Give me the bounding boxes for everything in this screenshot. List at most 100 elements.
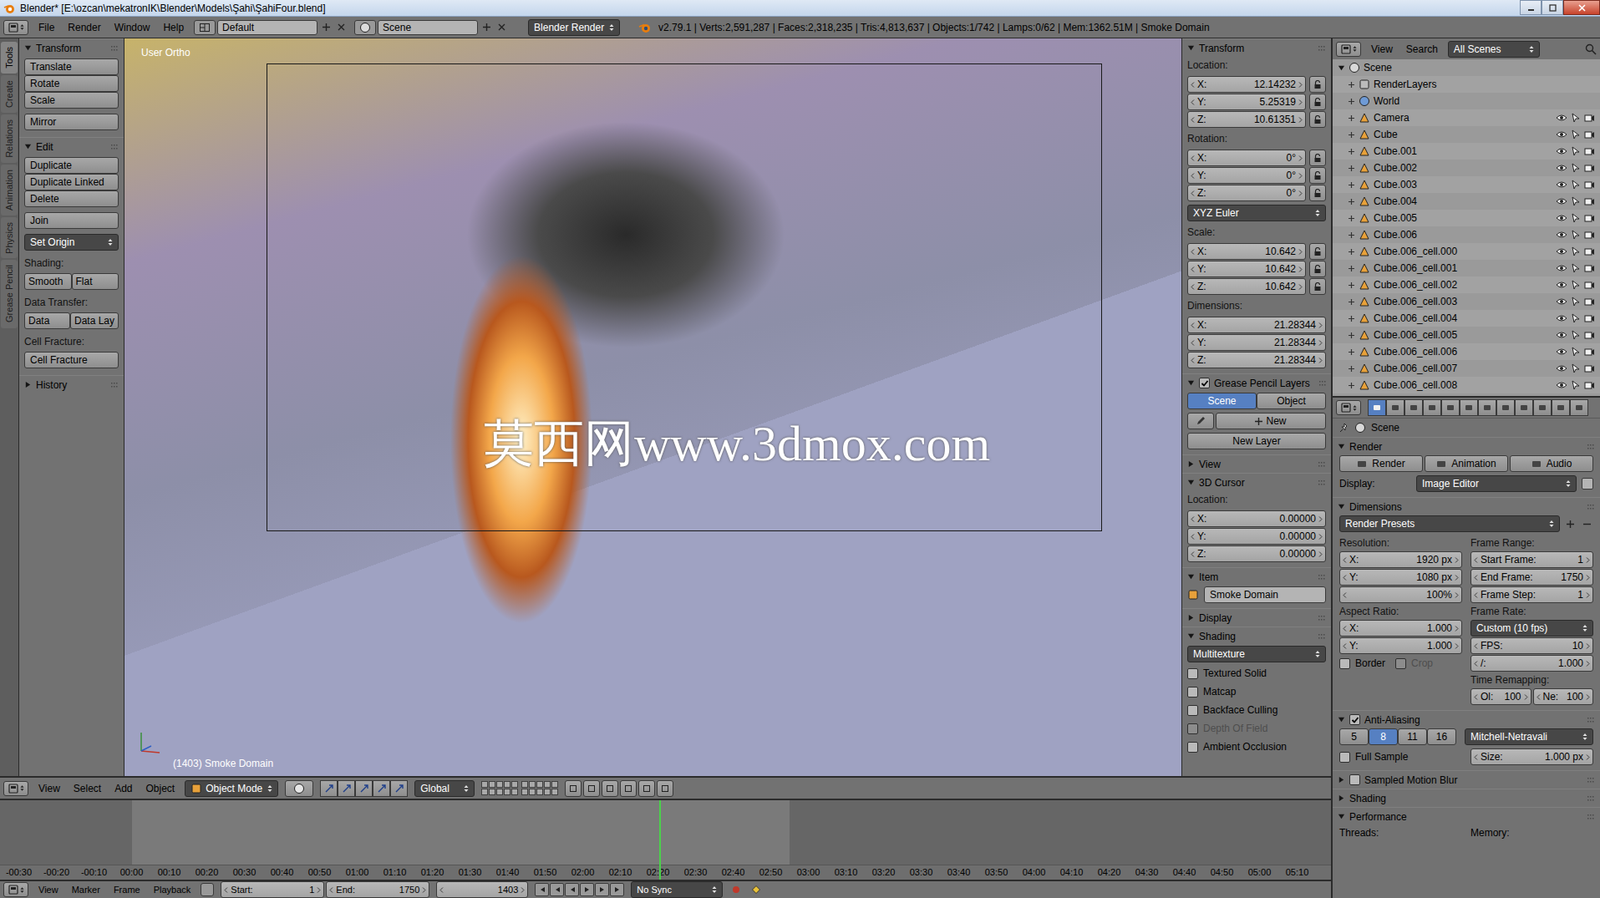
layer-button[interactable] xyxy=(496,781,503,788)
layer-buttons[interactable] xyxy=(481,781,519,796)
decrement-arrow-icon[interactable] xyxy=(1342,557,1347,564)
tool-button[interactable]: Smooth xyxy=(24,273,72,290)
grip-icon[interactable] xyxy=(1317,614,1326,622)
outliner-row[interactable]: Cube.004 xyxy=(1332,193,1600,210)
grip-icon[interactable] xyxy=(1317,633,1326,640)
layer-button[interactable] xyxy=(488,781,496,788)
increment-arrow-icon[interactable] xyxy=(1585,694,1590,701)
number-field[interactable]: Z:10.61351 xyxy=(1187,111,1306,128)
outliner-item-name[interactable]: Cube.006_cell.003 xyxy=(1373,294,1458,310)
render-camera-icon[interactable] xyxy=(1584,112,1595,123)
grip-icon[interactable] xyxy=(110,381,119,389)
number-field[interactable]: Y:0.00000 xyxy=(1187,528,1326,545)
outliner-row[interactable]: Cube.006_cell.005 xyxy=(1332,326,1600,344)
cursor-icon[interactable] xyxy=(1570,313,1581,324)
checkbox-row[interactable]: Matcap xyxy=(1187,684,1326,700)
outliner-row[interactable]: Cube.006 xyxy=(1332,226,1600,244)
layer-button[interactable] xyxy=(528,781,536,788)
remove-preset-button[interactable] xyxy=(1579,515,1594,533)
increment-arrow-icon[interactable] xyxy=(1318,533,1323,540)
eye-icon[interactable] xyxy=(1555,196,1568,207)
panel-header[interactable]: Item xyxy=(1182,567,1331,586)
decrement-arrow-icon[interactable] xyxy=(1342,625,1347,632)
outliner-row[interactable]: Cube.006_cell.008 xyxy=(1332,376,1600,394)
layout-field[interactable]: Default xyxy=(217,20,318,36)
render-camera-icon[interactable] xyxy=(1584,213,1595,224)
number-field[interactable]: Ol:100 xyxy=(1470,688,1532,706)
render-camera-icon[interactable] xyxy=(1584,346,1595,357)
transport-button[interactable] xyxy=(549,883,564,897)
grip-icon[interactable] xyxy=(1317,573,1326,581)
expand-icon[interactable] xyxy=(1347,381,1356,390)
tab-button[interactable]: Scene xyxy=(1187,392,1257,410)
increment-arrow-icon[interactable] xyxy=(316,887,321,894)
menu-item[interactable]: Render xyxy=(64,20,104,36)
transport-button[interactable] xyxy=(534,883,549,897)
mode-dropdown[interactable]: Object Mode xyxy=(184,780,279,798)
eye-icon[interactable] xyxy=(1555,330,1568,341)
eye-icon[interactable] xyxy=(1555,263,1568,274)
menu-item[interactable]: File xyxy=(35,20,58,36)
layer-button[interactable] xyxy=(528,788,536,796)
disclosure-triangle-icon[interactable] xyxy=(1187,460,1195,468)
menu-item[interactable]: View xyxy=(35,781,64,797)
grip-icon[interactable] xyxy=(1586,813,1595,821)
set-origin-dropdown[interactable]: Set Origin xyxy=(24,233,119,251)
checkbox-row[interactable]: Textured Solid xyxy=(1187,665,1326,681)
render-camera-icon[interactable] xyxy=(1584,296,1595,307)
number-field[interactable]: Y:1.000 xyxy=(1339,637,1463,655)
grip-icon[interactable] xyxy=(1586,777,1595,784)
disclosure-triangle-icon[interactable] xyxy=(1187,573,1195,581)
decrement-arrow-icon[interactable] xyxy=(1190,190,1195,197)
context-tab[interactable] xyxy=(1441,399,1460,417)
panel-header[interactable]: Transform xyxy=(1182,38,1331,57)
display-dropdown[interactable]: Image Editor xyxy=(1416,475,1577,493)
add-preset-button[interactable] xyxy=(1563,515,1577,533)
checkbox-row[interactable]: Border xyxy=(1339,655,1386,671)
end-frame-field[interactable]: End:1750 xyxy=(325,881,430,898)
outliner-row[interactable]: Cube xyxy=(1332,126,1600,143)
panel-header[interactable]: History xyxy=(19,375,124,394)
layer-button[interactable] xyxy=(488,788,496,796)
outliner-row[interactable]: RenderLayers xyxy=(1332,76,1600,93)
increment-arrow-icon[interactable] xyxy=(1298,172,1303,179)
expand-icon[interactable] xyxy=(1347,131,1356,139)
context-tab[interactable] xyxy=(1533,399,1552,417)
eye-icon[interactable] xyxy=(1555,213,1568,224)
cursor-icon[interactable] xyxy=(1570,146,1581,157)
outliner-row[interactable]: Cube.006_cell.007 xyxy=(1332,360,1600,377)
playhead[interactable] xyxy=(659,800,661,880)
time-ruler[interactable]: -00:30-00:20-00:1000:0000:1000:2000:3000… xyxy=(0,864,1331,880)
decrement-arrow-icon[interactable] xyxy=(1190,340,1195,346)
timeline[interactable]: -00:30-00:20-00:1000:0000:1000:2000:3000… xyxy=(0,800,1331,880)
checkbox-row[interactable]: Full Sample xyxy=(1339,749,1463,765)
dropdown[interactable]: Multitexture xyxy=(1187,645,1326,663)
outliner-item-name[interactable]: Cube.004 xyxy=(1373,193,1418,209)
lock-button[interactable] xyxy=(1309,260,1326,278)
lock-button[interactable] xyxy=(1309,76,1326,93)
panel-header[interactable]: Display xyxy=(1182,608,1331,627)
number-field[interactable]: X:1.000 xyxy=(1339,619,1463,637)
outliner-item-name[interactable]: Camera xyxy=(1373,110,1410,126)
render-camera-icon[interactable] xyxy=(1584,263,1595,274)
number-field[interactable]: FPS:10 xyxy=(1470,637,1594,655)
header-toggle[interactable] xyxy=(355,780,373,798)
cursor-icon[interactable] xyxy=(1570,330,1581,341)
render-camera-icon[interactable] xyxy=(1584,146,1595,157)
increment-arrow-icon[interactable] xyxy=(1318,357,1323,364)
decrement-arrow-icon[interactable] xyxy=(1473,592,1479,599)
layer-button[interactable] xyxy=(543,788,551,796)
expand-icon[interactable] xyxy=(1347,331,1356,340)
number-field[interactable]: Start Frame:1 xyxy=(1470,551,1594,569)
screen-layout-button[interactable] xyxy=(193,20,216,36)
outliner-item-name[interactable]: RenderLayers xyxy=(1373,76,1437,92)
tool-button[interactable]: Flat xyxy=(71,273,120,290)
keying-button[interactable] xyxy=(749,883,763,897)
panel-header[interactable]: Anti-Aliasing xyxy=(1332,710,1600,729)
decrement-arrow-icon[interactable] xyxy=(1473,574,1479,581)
grip-icon[interactable] xyxy=(1586,503,1595,511)
eye-icon[interactable] xyxy=(1555,229,1568,240)
number-field[interactable]: Size:1.000 px xyxy=(1470,748,1594,766)
disclosure-triangle-icon[interactable] xyxy=(1187,614,1195,622)
cursor-icon[interactable] xyxy=(1570,162,1581,173)
